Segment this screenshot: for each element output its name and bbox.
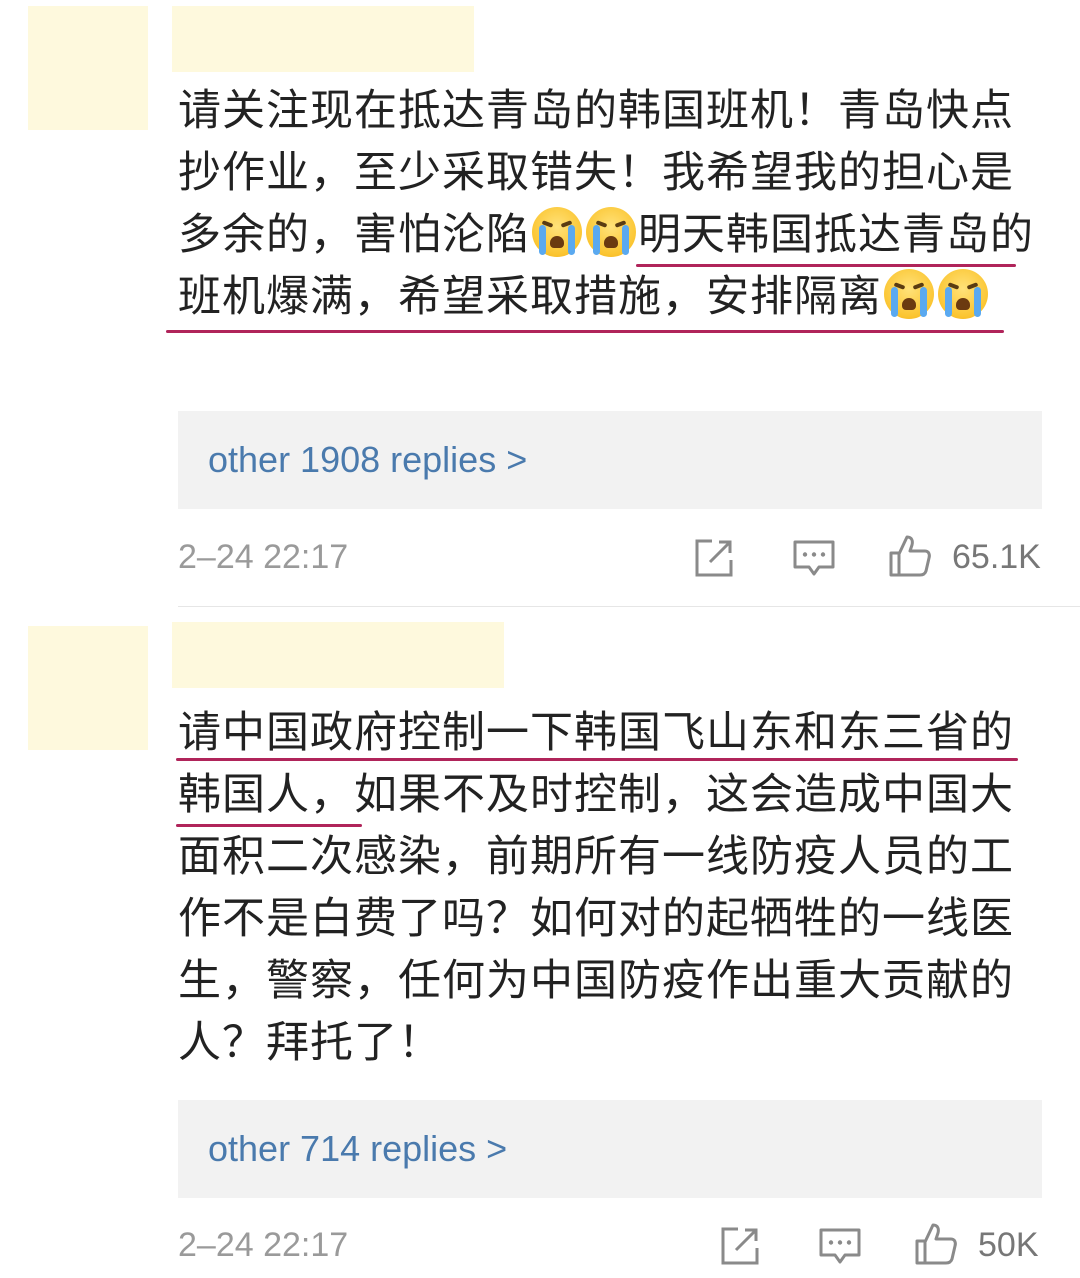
annotation-underline <box>176 758 1018 761</box>
timestamp: 2–24 22:17 <box>178 1226 349 1264</box>
thumbs-up-icon[interactable] <box>914 1222 958 1266</box>
timestamp: 2–24 22:17 <box>178 538 349 576</box>
loudly-crying-face-emoji <box>586 207 636 257</box>
username-comment-1[interactable] <box>172 6 474 72</box>
annotation-underline <box>176 824 362 827</box>
comment-icon[interactable] <box>792 536 836 580</box>
annotation-underline <box>636 264 1016 267</box>
share-icon[interactable] <box>692 536 736 580</box>
replies-box-comment-2[interactable]: other 714 replies > <box>178 1100 1042 1198</box>
thumbs-up-icon[interactable] <box>888 534 932 578</box>
replies-box-comment-1[interactable]: other 1908 replies > <box>178 411 1042 509</box>
avatar-comment-2[interactable] <box>28 626 148 750</box>
like-count: 50K <box>978 1226 1039 1264</box>
divider <box>178 606 1080 607</box>
annotation-underline <box>166 330 1004 333</box>
view-replies-link[interactable]: other 714 replies > <box>208 1128 507 1170</box>
loudly-crying-face-emoji <box>884 269 934 319</box>
comment-icon[interactable] <box>818 1224 862 1268</box>
avatar-comment-1[interactable] <box>28 6 148 130</box>
loudly-crying-face-emoji <box>532 207 582 257</box>
share-icon[interactable] <box>718 1224 762 1268</box>
username-comment-2[interactable] <box>172 622 504 688</box>
view-replies-link[interactable]: other 1908 replies > <box>208 439 527 481</box>
loudly-crying-face-emoji <box>938 269 988 319</box>
comment-1-text: 请关注现在抵达青岛的韩国班机！青岛快点抄作业，至少采取错失！我希望我的担心是多余… <box>178 80 1038 328</box>
like-count: 65.1K <box>952 538 1041 576</box>
